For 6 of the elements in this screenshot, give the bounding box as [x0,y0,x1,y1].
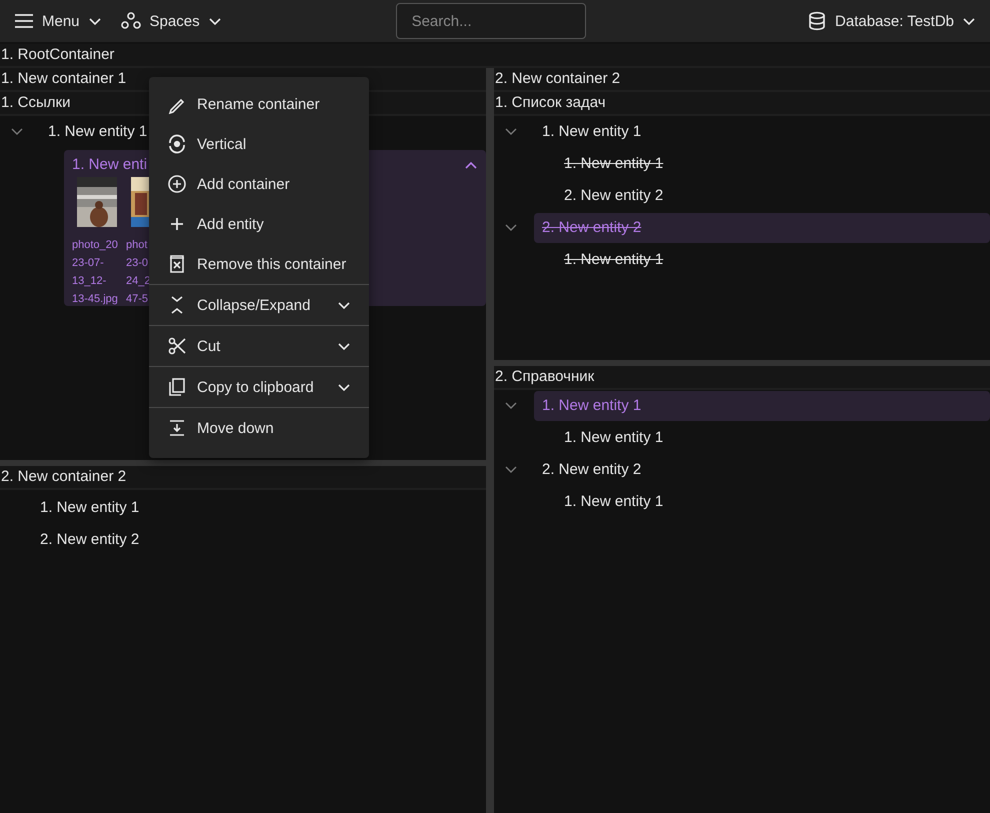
container-header: 1. RootContainer [0,44,990,68]
entity-title: 1. New enti [72,156,148,173]
container-header: 2. New container 2 [494,68,990,92]
container-header: 2. New container 2 [0,466,486,490]
section-header: 2. Справочник [494,366,990,390]
section-header: 1. Список задач [494,92,990,116]
